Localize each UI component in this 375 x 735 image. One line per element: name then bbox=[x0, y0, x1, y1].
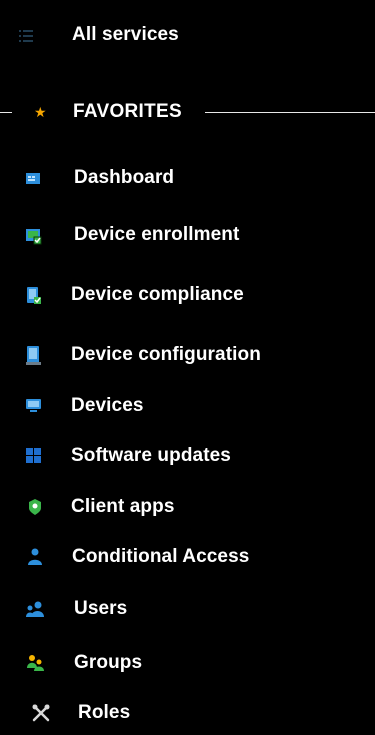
nav-item-software-updates[interactable]: Software updates bbox=[0, 441, 280, 471]
nav-item-device-compliance[interactable]: Device compliance bbox=[0, 280, 300, 310]
left-navigation: All services ★ FAVORITES Dashboard Devic… bbox=[0, 0, 375, 735]
nav-item-label: Roles bbox=[78, 702, 131, 723]
device-compliance-icon bbox=[26, 287, 42, 305]
devices-icon bbox=[26, 399, 42, 413]
list-icon bbox=[18, 28, 34, 44]
groups-icon bbox=[26, 654, 44, 672]
nav-item-users[interactable]: Users bbox=[0, 594, 200, 624]
favorites-header-label: FAVORITES bbox=[73, 101, 182, 122]
favorites-divider-right bbox=[205, 112, 375, 113]
nav-item-all-services[interactable]: All services bbox=[0, 20, 220, 50]
nav-item-label: Groups bbox=[74, 652, 143, 673]
device-configuration-icon bbox=[26, 346, 42, 366]
nav-item-label: Devices bbox=[71, 395, 144, 416]
nav-item-dashboard[interactable]: Dashboard bbox=[0, 163, 220, 193]
device-enrollment-icon bbox=[26, 229, 42, 245]
nav-item-device-configuration[interactable]: Device configuration bbox=[0, 340, 330, 370]
roles-icon bbox=[32, 704, 50, 722]
nav-item-devices[interactable]: Devices bbox=[0, 391, 220, 421]
dashboard-icon bbox=[26, 172, 40, 186]
favorites-header: ★ FAVORITES bbox=[0, 98, 205, 128]
nav-item-label: Device compliance bbox=[71, 284, 244, 305]
star-icon: ★ bbox=[34, 104, 47, 120]
nav-item-label: Client apps bbox=[71, 496, 175, 517]
nav-item-label: Dashboard bbox=[74, 167, 175, 188]
conditional-access-icon bbox=[28, 548, 42, 566]
nav-item-label: Conditional Access bbox=[72, 546, 250, 567]
software-updates-icon bbox=[26, 448, 42, 464]
client-apps-icon bbox=[28, 499, 42, 515]
nav-item-device-enrollment[interactable]: Device enrollment bbox=[0, 220, 300, 250]
nav-item-client-apps[interactable]: Client apps bbox=[0, 492, 220, 522]
nav-item-roles[interactable]: Roles bbox=[0, 698, 200, 728]
nav-item-label: Software updates bbox=[71, 445, 231, 466]
nav-item-label: All services bbox=[72, 24, 179, 45]
users-icon bbox=[26, 600, 44, 618]
nav-item-conditional-access[interactable]: Conditional Access bbox=[0, 542, 300, 572]
nav-item-groups[interactable]: Groups bbox=[0, 648, 200, 678]
nav-item-label: Users bbox=[74, 598, 128, 619]
nav-item-label: Device enrollment bbox=[74, 224, 240, 245]
nav-item-label: Device configuration bbox=[71, 344, 261, 365]
